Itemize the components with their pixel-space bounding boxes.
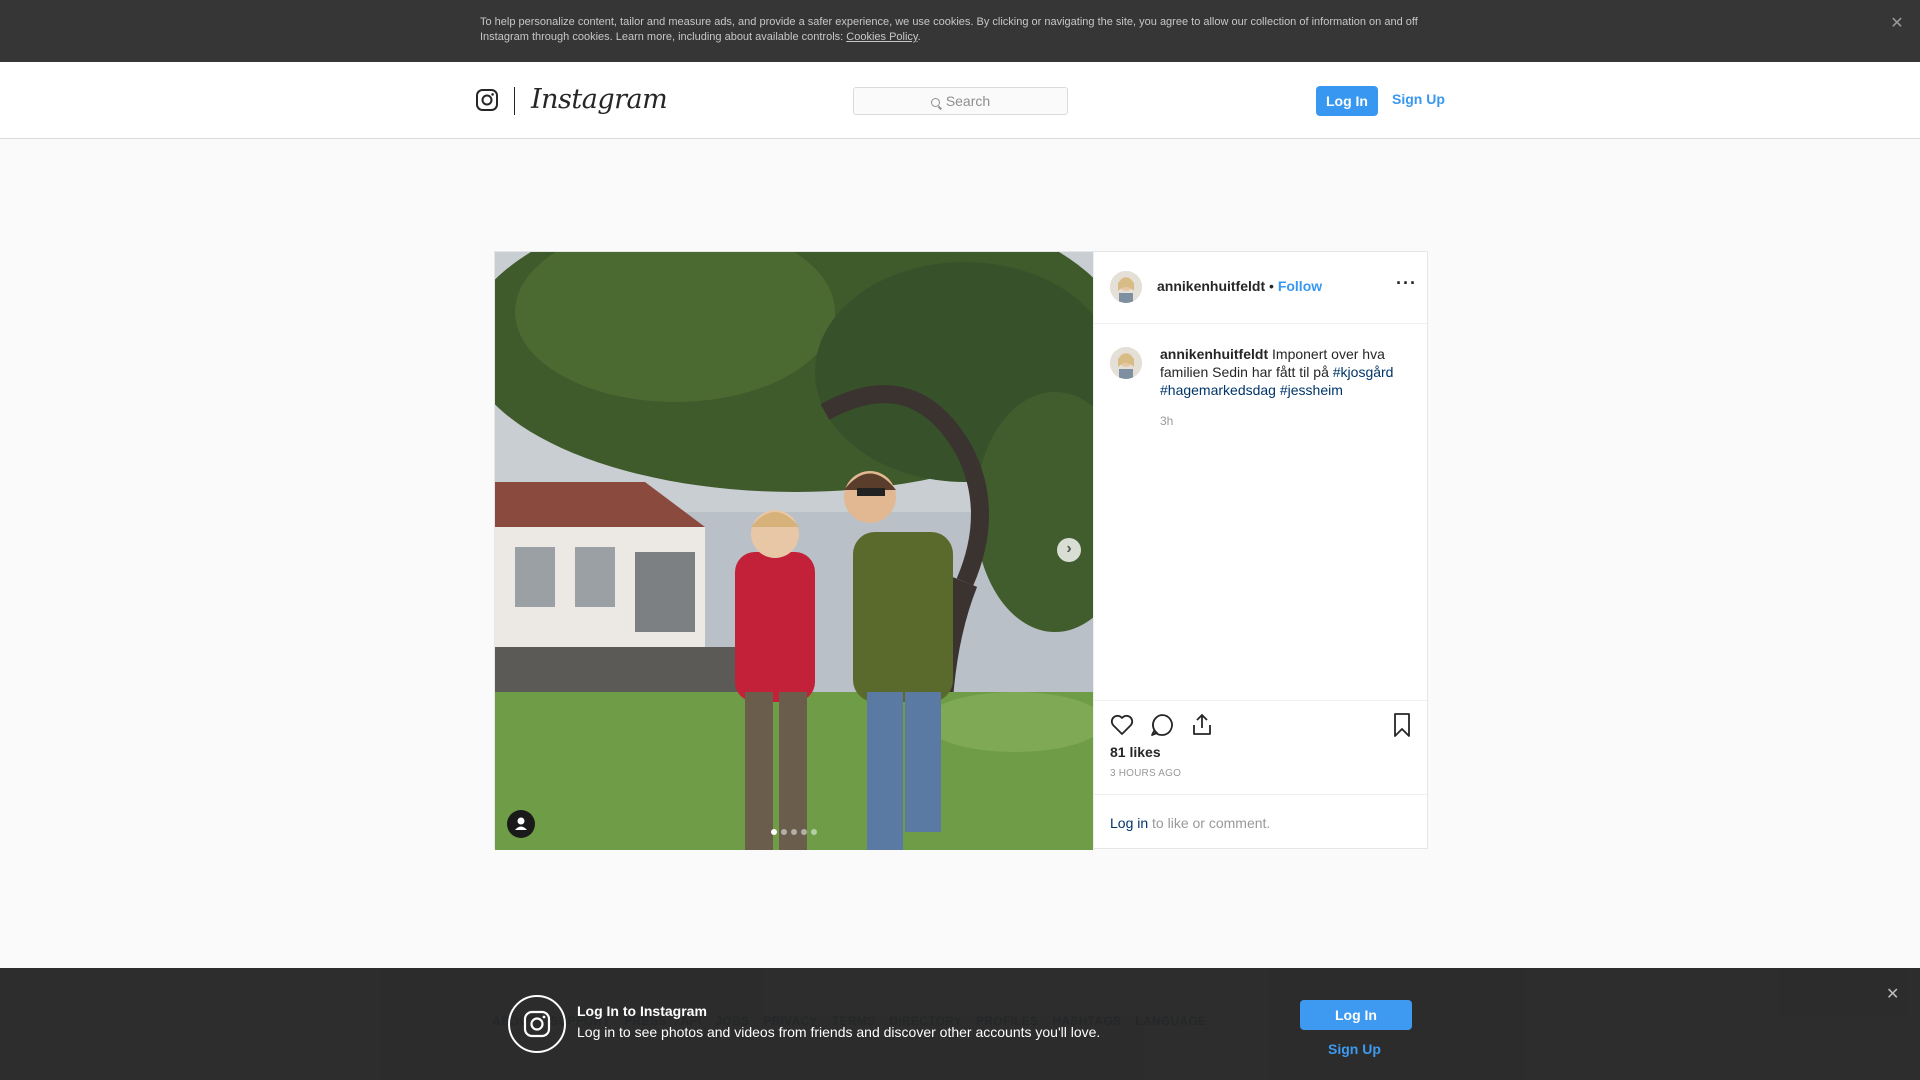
instagram-glyph [523,1010,551,1038]
comment-prompt-text: Log in to like or comment. [1110,815,1270,831]
carousel-dot[interactable] [801,829,807,835]
comment-icon[interactable] [1148,711,1176,739]
user-tag-glyph [515,817,527,830]
login-button[interactable]: Log In [1300,1000,1412,1030]
carousel-dot[interactable] [771,829,777,835]
nav-divider [514,87,515,115]
top-navbar: Instagram Search Log In Sign Up [0,62,1920,139]
follow-button[interactable]: Follow [1278,278,1322,294]
instagram-glyph-icon [508,995,566,1053]
avatar[interactable] [1110,347,1142,379]
instagram-glyph-icon[interactable] [475,88,499,112]
heart-icon[interactable] [1108,711,1136,739]
search-icon [930,98,940,107]
bookmark-icon[interactable] [1388,711,1416,739]
more-options-icon[interactable]: ··· [1396,274,1417,292]
carousel-dot[interactable] [791,829,797,835]
login-prompt-title: Log In to Instagram [577,1003,707,1019]
post-author: annikenhuitfeldt • Follow [1157,278,1322,294]
login-button[interactable]: Log In [1316,86,1378,116]
login-prompt-subtitle: Log in to see photos and videos from fri… [577,1024,1101,1040]
post-sidebar: annikenhuitfeldt • Follow ··· annikenhui… [1093,252,1429,850]
avatar-image [1110,271,1142,303]
caption-timestamp[interactable]: 3h [1160,414,1173,428]
hashtag-link[interactable]: #jessheim [1280,382,1343,398]
username-link[interactable]: annikenhuitfeldt [1157,278,1265,294]
carousel-dots [771,829,821,835]
post-actions: 81 likes 3 HOURS AGO [1094,700,1429,794]
post-header: annikenhuitfeldt • Follow ··· [1094,252,1429,324]
photo-illustration [495,252,1093,850]
avatar-image [1110,347,1142,379]
search-placeholder: Search [945,93,991,109]
like-count[interactable]: 81 likes [1110,744,1161,760]
comment-prompt: Log in to like or comment. [1094,794,1429,850]
login-prompt-bar: Log In to Instagram Log in to see photos… [0,968,1920,1080]
hashtag-link[interactable]: #hagemarkedsdag [1160,382,1276,398]
instagram-wordmark[interactable]: Instagram [531,84,668,115]
close-icon[interactable]: ✕ [1888,15,1906,33]
cookies-policy-link[interactable]: Cookies Policy [846,31,917,43]
signup-link[interactable]: Sign Up [1328,1041,1381,1057]
carousel-dot[interactable] [811,829,817,835]
cookie-message: To help personalize content, tailor and … [480,16,1418,43]
cookie-text: To help personalize content, tailor and … [480,15,1420,45]
login-link[interactable]: Log in [1110,815,1148,831]
share-icon[interactable] [1188,711,1216,739]
close-icon[interactable]: ✕ [1886,984,1899,1004]
post-timestamp: 3 HOURS AGO [1110,768,1182,779]
post-caption: annikenhuitfeldt Imponert over hva famil… [1160,345,1410,399]
next-slide-button[interactable]: › [1057,538,1081,562]
caption-username[interactable]: annikenhuitfeldt [1160,346,1268,362]
avatar[interactable] [1110,271,1142,303]
comment-prompt-rest: to like or comment. [1148,815,1271,831]
post-card: › annikenhuitfeldt • Follow ··· annikenh… [494,251,1429,850]
hashtag-link[interactable]: #kjosgård [1333,364,1394,380]
cookie-period: . [917,31,921,43]
post-photo[interactable]: › [495,252,1093,850]
separator: • [1265,278,1278,294]
search-input[interactable]: Search [853,87,1068,115]
cookie-banner: To help personalize content, tailor and … [0,0,1920,62]
user-tag-icon[interactable] [507,810,535,838]
signup-link[interactable]: Sign Up [1392,91,1445,107]
carousel-dot[interactable] [781,829,787,835]
